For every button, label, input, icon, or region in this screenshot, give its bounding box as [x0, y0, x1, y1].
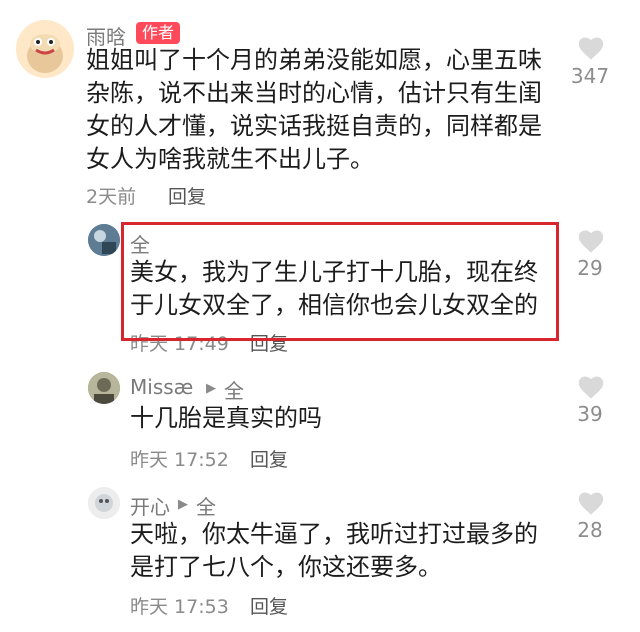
reply-to-user[interactable]: 全	[224, 375, 244, 404]
reply-arrow-icon: ▶	[178, 497, 188, 512]
heart-icon[interactable]	[577, 228, 605, 254]
heart-icon[interactable]	[577, 374, 605, 400]
timestamp: 昨天 17:53	[130, 596, 229, 618]
like-count: 347	[570, 64, 610, 88]
reply-arrow-icon: ▶	[206, 381, 216, 396]
username[interactable]: 开心	[130, 491, 170, 520]
heart-icon[interactable]	[577, 490, 605, 516]
highlight-box	[121, 222, 559, 341]
reply-button[interactable]: 回复	[168, 182, 206, 209]
timestamp: 2天前	[86, 186, 137, 208]
comment-text: 天啦，你太牛逼了，我听过打过最多的是打了七八个，你这还要多。	[130, 520, 538, 581]
timestamp: 昨天 17:52	[130, 449, 229, 471]
reply-to-user[interactable]: 全	[196, 491, 216, 520]
like-count: 39	[577, 402, 603, 426]
avatar[interactable]	[88, 372, 120, 404]
avatar[interactable]	[88, 487, 120, 519]
username[interactable]: Missæ	[130, 375, 193, 399]
like-count: 29	[577, 256, 603, 280]
comment-text: 姐姐叫了十个月的弟弟没能如愿，心里五味杂陈，说不出来当时的心情，估计只有生闺女的…	[86, 46, 542, 173]
like-count: 28	[577, 518, 603, 542]
author-badge: 作者	[136, 22, 181, 44]
comment-text: 十几胎是真实的吗	[130, 404, 322, 432]
reply-button[interactable]: 回复	[250, 445, 288, 472]
reply-button[interactable]: 回复	[250, 592, 288, 619]
heart-icon[interactable]	[577, 35, 605, 61]
avatar[interactable]	[88, 224, 120, 256]
avatar[interactable]	[16, 20, 74, 78]
